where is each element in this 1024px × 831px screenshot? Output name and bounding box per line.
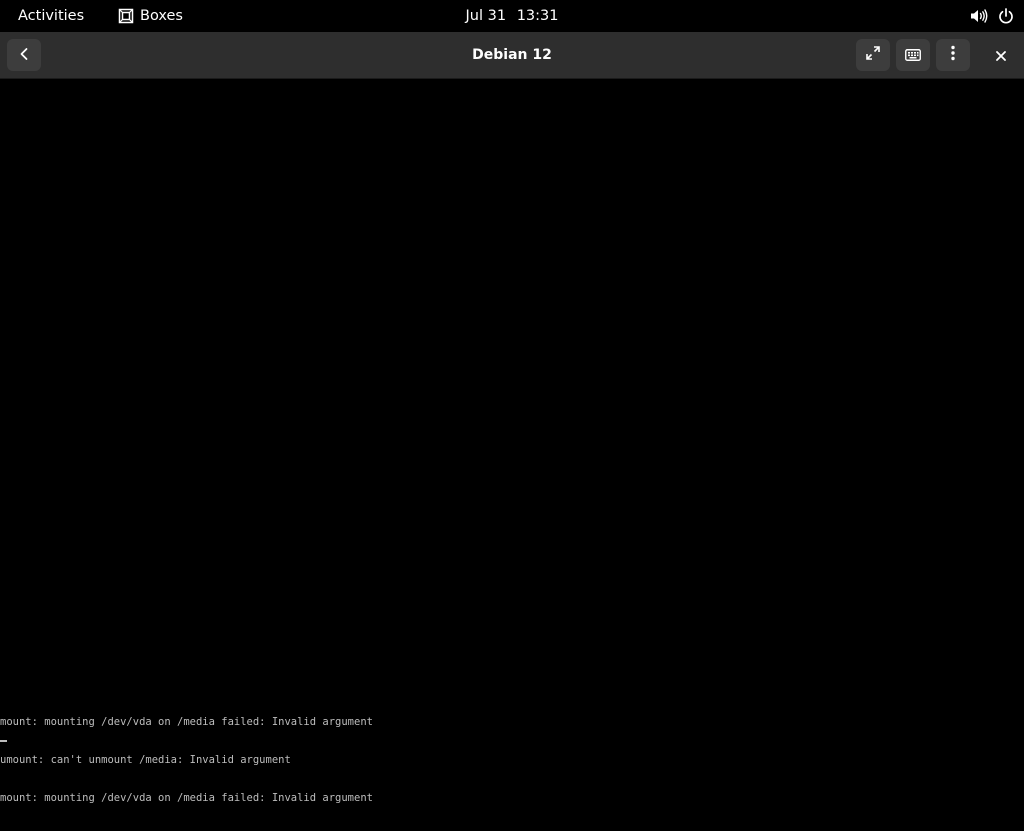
console-output: mount: mounting /dev/vda on /media faile… <box>0 690 1024 831</box>
app-menu-button[interactable]: Boxes <box>110 3 191 29</box>
window-title: Debian 12 <box>472 47 552 63</box>
clock-button[interactable]: Jul 31 13:31 <box>456 3 568 29</box>
window-header-bar: Debian 12 <box>0 32 1024 79</box>
console-cursor <box>0 740 7 742</box>
app-name-label: Boxes <box>140 8 183 24</box>
fullscreen-button[interactable] <box>856 39 890 71</box>
volume-icon <box>970 8 988 24</box>
close-icon <box>996 46 1006 65</box>
console-line: mount: mounting /dev/vda on /media faile… <box>0 792 373 805</box>
keyboard-icon <box>905 46 921 65</box>
console-line: mount: mounting /dev/vda on /media faile… <box>0 715 373 728</box>
vm-display[interactable]: mount: mounting /dev/vda on /media faile… <box>0 79 1024 804</box>
close-button[interactable] <box>984 39 1018 71</box>
system-menu-button[interactable] <box>970 3 1014 29</box>
clock-date: Jul 31 <box>465 8 507 24</box>
chevron-left-icon <box>17 46 31 65</box>
activities-button[interactable]: Activities <box>8 3 94 29</box>
gnome-top-bar: Activities Boxes Jul 31 13:31 <box>0 0 1024 32</box>
fullscreen-icon <box>865 45 881 65</box>
boxes-icon <box>118 8 134 24</box>
keyboard-shortcuts-button[interactable] <box>896 39 930 71</box>
power-icon <box>998 8 1014 24</box>
vertical-dots-icon <box>951 45 955 65</box>
menu-button[interactable] <box>936 39 970 71</box>
clock-time: 13:31 <box>516 8 559 24</box>
back-button[interactable] <box>7 39 41 71</box>
console-line: umount: can't unmount /media: Invalid ar… <box>0 753 291 766</box>
